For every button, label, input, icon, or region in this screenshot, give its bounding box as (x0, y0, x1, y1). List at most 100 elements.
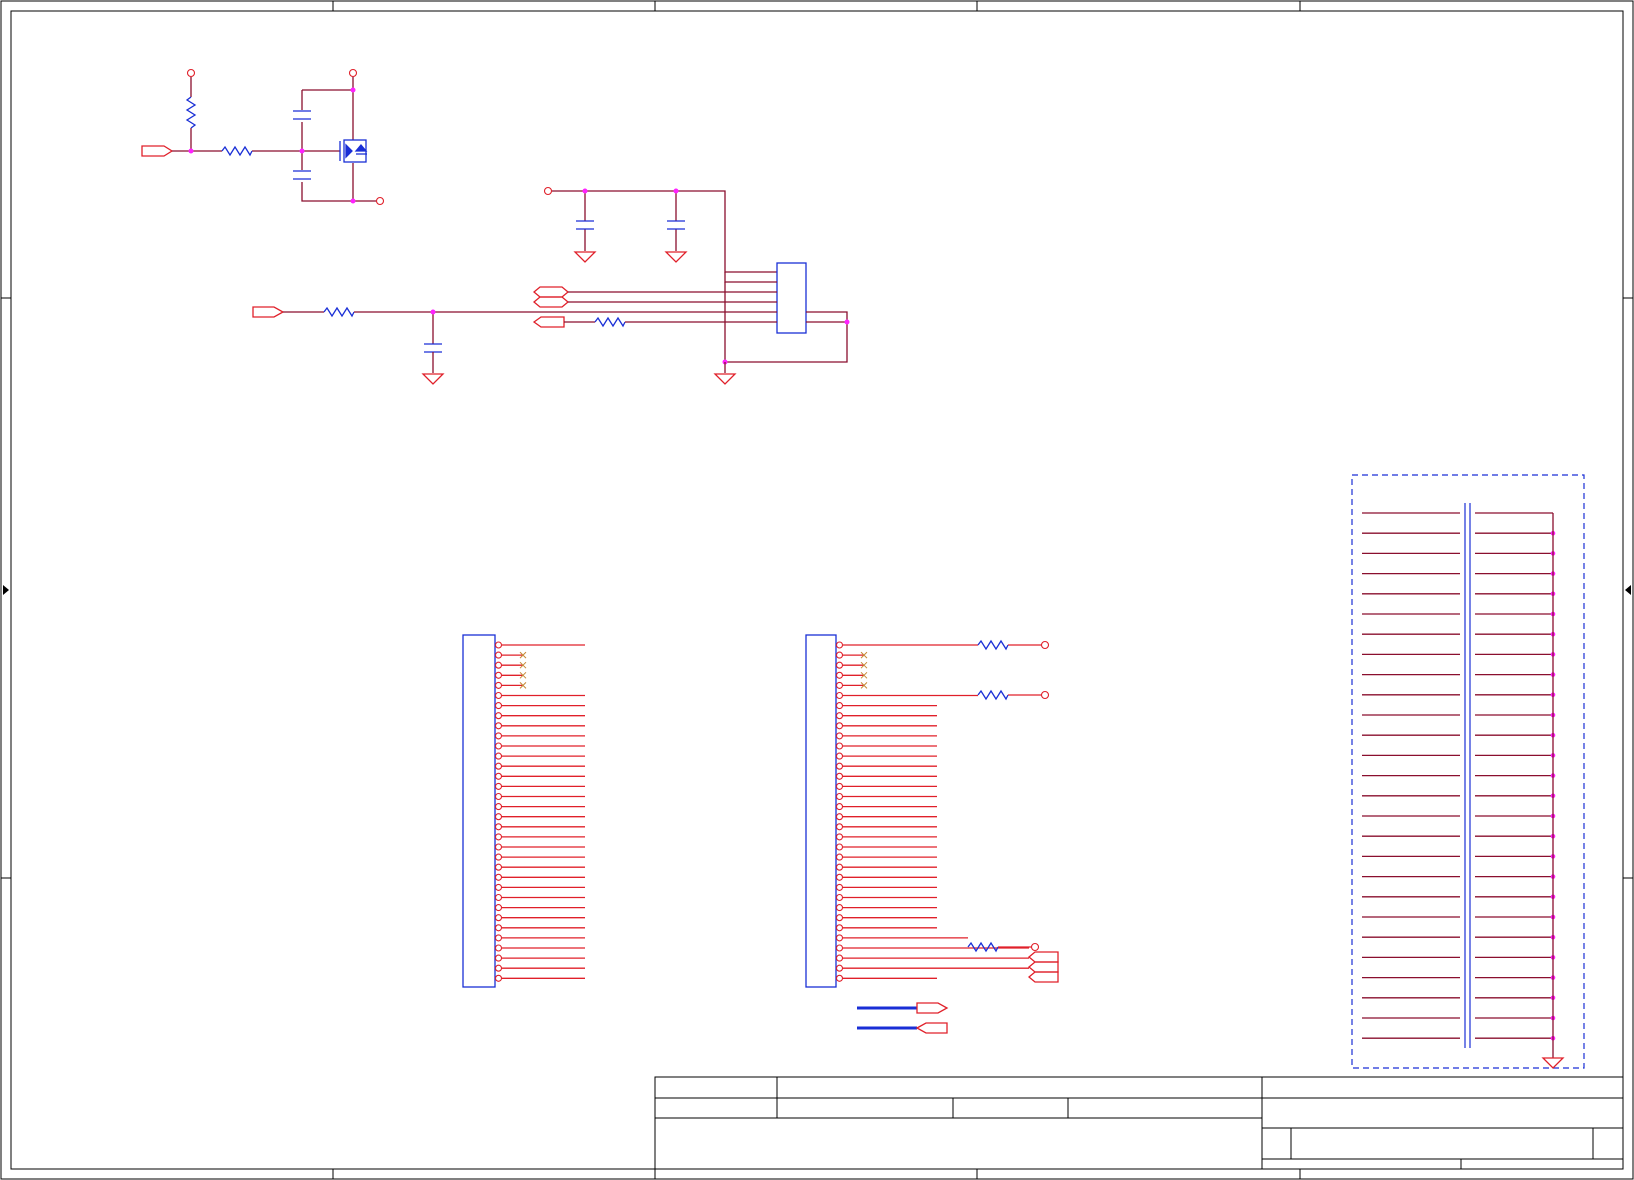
power-pin-icon (375, 196, 385, 206)
connector-pin (494, 712, 503, 720)
schematic-sheet (0, 0, 1634, 1180)
connector-pin (835, 813, 844, 821)
connector-pin (494, 823, 503, 831)
connector-pin (494, 974, 503, 982)
bus-array (1351, 474, 1585, 1069)
resistor-icon (967, 941, 999, 953)
connector-pin (494, 792, 503, 801)
connector-pin (494, 843, 503, 851)
connector-pin (835, 742, 844, 750)
connector-pin (494, 914, 503, 922)
connector-pin (494, 752, 503, 760)
connector-icon (462, 634, 496, 988)
port-icon (1027, 951, 1059, 963)
connector-left (462, 634, 585, 988)
connector-pin (494, 742, 503, 750)
connector-pin (835, 792, 844, 801)
connector-pin (835, 904, 844, 912)
connector-pin (494, 904, 503, 912)
capacitor-icon (424, 343, 442, 353)
connector-pin (494, 772, 503, 780)
connector-pin (835, 853, 844, 861)
title-block (654, 1076, 1624, 1170)
connector-pin (835, 712, 844, 720)
connector-pin (835, 732, 844, 740)
connector-pin (494, 954, 503, 962)
connector-pin (835, 661, 844, 669)
capacitor-icon (293, 110, 311, 120)
connector-pin (494, 762, 503, 770)
connector-pin (835, 873, 844, 881)
connector-pin (835, 681, 844, 689)
connector-pin (494, 782, 503, 790)
connector-pin (835, 651, 844, 659)
connector-pin (835, 823, 844, 831)
port-icon (252, 306, 285, 318)
connector-pin (835, 762, 844, 770)
port-icon (1027, 971, 1059, 983)
connector-pin (494, 813, 503, 821)
connector-pin (835, 914, 844, 922)
ground-icon (573, 251, 597, 263)
ground-icon (713, 373, 737, 385)
connector-pin (835, 883, 844, 891)
connector-pin (835, 641, 844, 649)
connector-pin (835, 934, 844, 942)
mosfet-switch-group (141, 68, 385, 206)
capacitor-icon (667, 220, 685, 230)
power-pin-icon (1030, 942, 1040, 952)
connector-pin (494, 732, 503, 740)
power-pin-icon (1040, 690, 1050, 700)
connector-pin (835, 691, 844, 700)
connector-pin (494, 722, 503, 730)
connector-pin (835, 782, 844, 790)
connector-pin (494, 702, 503, 710)
connector-pin (835, 974, 844, 982)
ground-icon (1541, 1057, 1565, 1069)
resistor-icon (594, 316, 626, 328)
connector-pin (494, 651, 503, 659)
power-pin-icon (186, 68, 196, 78)
connector-pin (494, 893, 503, 902)
connector-pin (494, 641, 503, 649)
bus-ports (857, 1002, 949, 1034)
connector-pin (835, 863, 844, 871)
capacitor-icon (293, 170, 311, 180)
connector-pin (494, 833, 503, 841)
connector-pin (494, 873, 503, 881)
connector-pin (494, 671, 503, 679)
connector-pin (835, 843, 844, 851)
connector-pin (835, 924, 844, 932)
frame-arrow (1625, 585, 1631, 595)
regulator-ic-icon (776, 262, 807, 334)
connector-pin (835, 803, 844, 811)
port-icon (532, 316, 565, 328)
resistor-icon (323, 306, 355, 318)
connector-pin (835, 671, 844, 679)
connector-pin (494, 934, 503, 942)
connector-icon (805, 634, 837, 988)
port-icon (915, 1022, 948, 1034)
mosfet-icon (339, 139, 368, 163)
connector-pin (835, 702, 844, 710)
connector-pin (835, 722, 844, 730)
connector-pin (835, 893, 844, 902)
frame-arrow (3, 585, 9, 595)
connector-pin (494, 883, 503, 891)
resistor-icon (977, 639, 1009, 651)
regulator-group (252, 186, 850, 385)
connector-pin (494, 661, 503, 669)
connector-pin (494, 863, 503, 871)
resistor-icon (185, 96, 197, 129)
connector-pin (835, 964, 844, 972)
port-icon (916, 1002, 949, 1014)
power-pin-icon (348, 68, 358, 78)
port-icon (141, 145, 174, 157)
connector-pin (835, 772, 844, 780)
port-icon (532, 286, 570, 298)
power-pin-icon (543, 186, 553, 196)
connector-pin (494, 803, 503, 811)
connector-pin (835, 954, 844, 962)
connector-pin (835, 833, 844, 841)
ground-icon (664, 251, 688, 263)
